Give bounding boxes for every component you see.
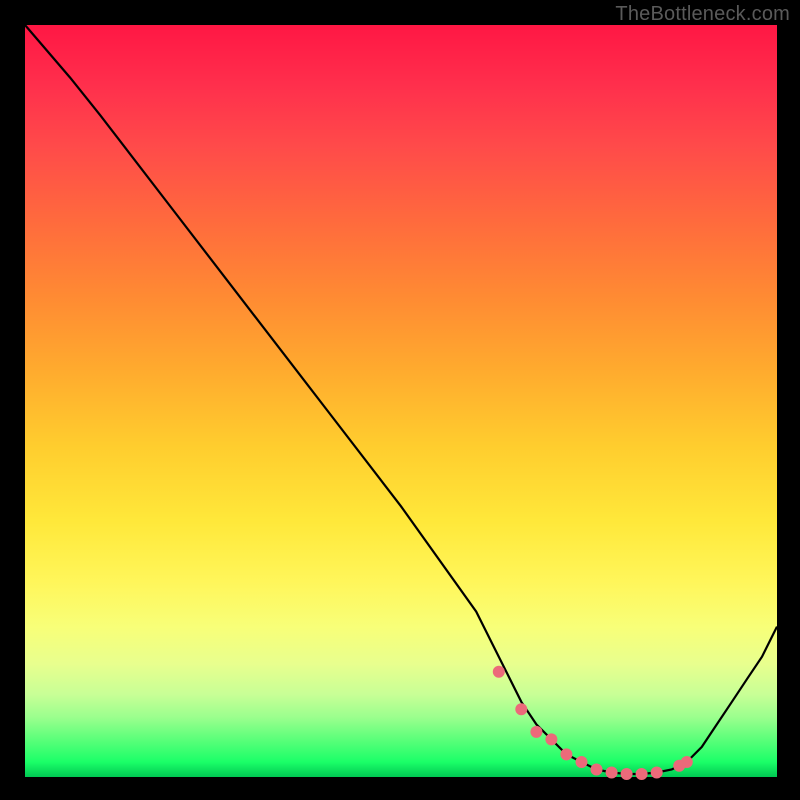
watermark-text: TheBottleneck.com	[615, 3, 790, 26]
plot-area	[25, 25, 777, 777]
highlight-marker	[621, 768, 633, 780]
chart-stage: TheBottleneck.com	[0, 0, 800, 800]
highlight-marker	[515, 703, 527, 715]
highlight-marker	[651, 767, 663, 779]
highlight-marker	[636, 768, 648, 780]
highlight-marker	[591, 764, 603, 776]
highlight-markers	[493, 666, 693, 780]
highlight-marker	[530, 726, 542, 738]
curve-line	[25, 25, 777, 774]
highlight-marker	[606, 767, 618, 779]
chart-svg	[25, 25, 777, 777]
highlight-marker	[545, 733, 557, 745]
highlight-marker	[493, 666, 505, 678]
highlight-marker	[560, 748, 572, 760]
highlight-marker	[576, 756, 588, 768]
highlight-marker	[681, 756, 693, 768]
